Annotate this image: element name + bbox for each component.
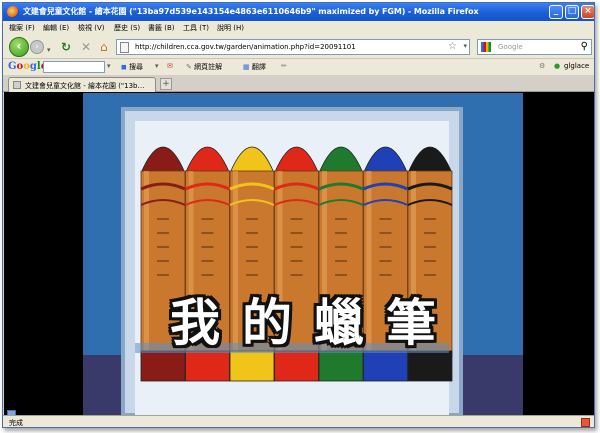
search-bar[interactable]: Google ⚲: [477, 39, 592, 55]
caption-char: 我: [170, 294, 242, 352]
crayon-base: [407, 350, 453, 382]
highlight-icon[interactable]: ✏: [281, 62, 287, 70]
close-button[interactable]: ×: [581, 5, 594, 19]
mail-icon[interactable]: ✉: [167, 62, 173, 70]
search-placeholder[interactable]: Google: [498, 43, 523, 51]
account-name[interactable]: glglace: [564, 62, 589, 70]
forward-button[interactable]: ›: [30, 40, 44, 54]
url-text[interactable]: http://children.cca.gov.tw/garden/animat…: [135, 43, 356, 51]
annotate-button[interactable]: ✎ 網頁註解: [186, 62, 222, 72]
menu-help[interactable]: 說明 (H): [217, 23, 244, 33]
crayon-box-image: 我的蠟筆: [83, 93, 523, 415]
translate-label: 翻譯: [251, 63, 266, 71]
crayon-base: [140, 350, 186, 382]
menu-file[interactable]: 檔案 (F): [9, 23, 35, 33]
maximize-button[interactable]: □: [565, 5, 579, 19]
navigation-toolbar: ‹ › ▾ ↻ ✕ ⌂ http://children.cca.gov.tw/g…: [3, 35, 594, 59]
url-dropdown-icon[interactable]: ▾: [463, 42, 467, 50]
crayon-illustration: [83, 93, 523, 415]
settings-wrench-icon[interactable]: ⚙: [539, 62, 545, 70]
google-search-dropdown-icon[interactable]: ▾: [107, 62, 111, 70]
status-text: 完成: [9, 419, 23, 427]
menu-view[interactable]: 檢視 (V): [78, 23, 104, 33]
google-search-button[interactable]: ◼ 搜尋: [121, 62, 143, 72]
tab-active[interactable]: 文建會兒童文化館 - 繪本花園 ("13b…: [8, 77, 156, 92]
tab-favicon: [13, 81, 21, 89]
options-dropdown-icon[interactable]: ▾: [155, 62, 159, 70]
annotate-label: 網頁註解: [194, 63, 223, 71]
crayon-base: [363, 350, 408, 382]
account-status-icon: ●: [554, 62, 561, 70]
bookmark-star-icon[interactable]: ☆: [448, 41, 457, 52]
menu-bar: 檔案 (F) 編輯 (E) 檢視 (V) 歷史 (S) 書籤 (B) 工具 (T…: [3, 21, 594, 35]
history-dropdown-icon[interactable]: ▾: [47, 43, 51, 57]
home-button[interactable]: ⌂: [100, 40, 108, 54]
menu-history[interactable]: 歷史 (S): [114, 23, 140, 33]
status-addon-icon[interactable]: [581, 418, 590, 427]
title-bar[interactable]: 文建會兒童文化館 - 繪本花園 ("13ba97d539e143154e4863…: [3, 3, 594, 21]
translate-button[interactable]: ▦ 翻譯: [243, 62, 266, 72]
google-engine-icon[interactable]: [481, 42, 491, 52]
google-search-input[interactable]: [43, 61, 105, 73]
menu-bookmarks[interactable]: 書籤 (B): [148, 23, 175, 33]
back-button[interactable]: ‹: [9, 37, 29, 57]
browser-window: 文建會兒童文化館 - 繪本花園 ("13ba97d539e143154e4863…: [2, 2, 595, 428]
new-tab-button[interactable]: +: [160, 78, 172, 90]
crayon-base: [274, 350, 319, 382]
tab-title: 文建會兒童文化館 - 繪本花園 ("13b…: [25, 82, 145, 90]
menu-edit[interactable]: 編輯 (E): [43, 23, 69, 33]
url-bar[interactable]: http://children.cca.gov.tw/garden/animat…: [116, 39, 470, 55]
crayon-base: [318, 350, 364, 382]
caption-char: 蠟: [314, 294, 386, 352]
reload-button[interactable]: ↻: [61, 40, 71, 54]
crayon-base: [185, 350, 230, 382]
search-icon[interactable]: ⚲: [581, 41, 588, 52]
caption-char: 的: [242, 294, 314, 352]
crayon-base: [229, 350, 275, 382]
page-icon: [120, 42, 129, 53]
caption-char: 筆: [386, 294, 458, 352]
minimize-button[interactable]: _: [549, 5, 563, 19]
google-logo: Google: [8, 61, 47, 72]
firefox-icon: [7, 6, 19, 18]
menu-tools[interactable]: 工具 (T): [183, 23, 209, 33]
page-caption: 我的蠟筆: [83, 283, 523, 355]
stop-button[interactable]: ✕: [81, 40, 91, 54]
status-bar: 完成: [3, 415, 594, 427]
tab-strip: 文建會兒童文化館 - 繪本花園 ("13b… +: [3, 75, 594, 92]
window-title: 文建會兒童文化館 - 繪本花園 ("13ba97d539e143154e4863…: [23, 7, 479, 16]
google-toolbar: Google ▾ ◼ 搜尋 ▾ ✉ ✎ 網頁註解 ▦ 翻譯 ✏ ⚙ ● glgl…: [3, 59, 594, 75]
google-search-label: 搜尋: [129, 63, 144, 71]
page-content: 我的蠟筆: [4, 92, 594, 415]
